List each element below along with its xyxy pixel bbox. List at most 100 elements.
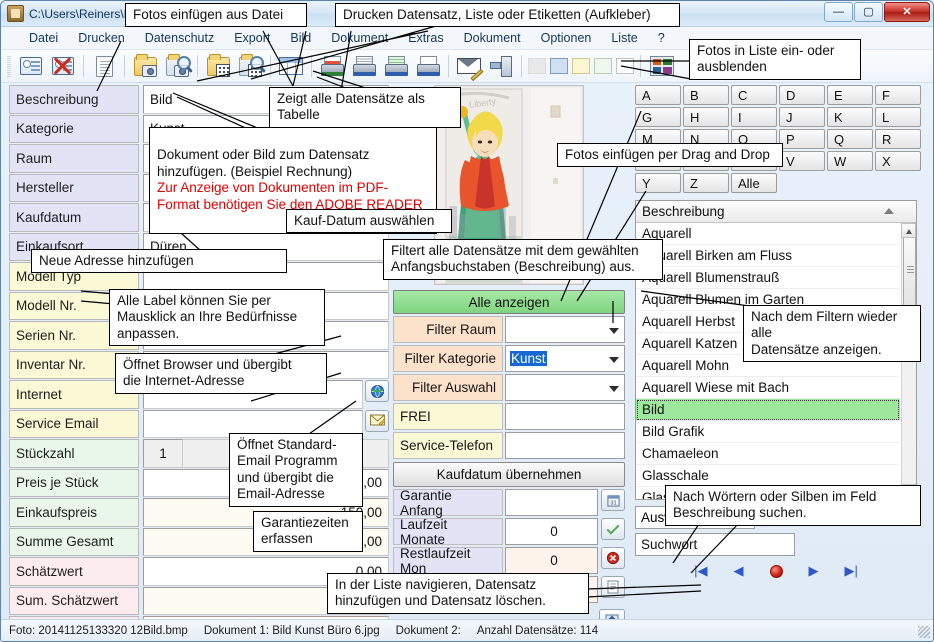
document-search-button[interactable] (235, 53, 265, 80)
maximize-button[interactable]: ▢ (854, 2, 883, 22)
label-garantie-anfang[interactable]: Garantie Anfang (393, 488, 503, 518)
search-input[interactable]: Suchwort (635, 533, 795, 556)
menu-dokument-2[interactable]: Dokument (454, 29, 531, 47)
alpha-key-c[interactable]: C (731, 85, 777, 105)
alpha-key-alle[interactable]: Alle (731, 173, 777, 193)
label-filter-raum[interactable]: Filter Raum (393, 316, 503, 343)
label-stueckzahl[interactable]: Stückzahl (9, 439, 139, 468)
exit-button[interactable] (486, 53, 516, 80)
garantie-anfang-picker-button[interactable]: 31 (601, 489, 625, 511)
email-button[interactable] (454, 53, 484, 82)
copy-record-button[interactable] (89, 53, 119, 80)
delete-record-button[interactable] (48, 53, 78, 80)
alpha-key-w[interactable]: W (827, 151, 873, 171)
alpha-key-q[interactable]: Q (827, 129, 873, 149)
menu-liste[interactable]: Liste (601, 29, 647, 47)
color-swatch-white[interactable] (616, 58, 634, 74)
alpha-key-d[interactable]: D (779, 85, 825, 105)
alpha-key-b[interactable]: B (683, 85, 729, 105)
label-kategorie[interactable]: Kategorie (9, 114, 139, 143)
label-service-telefon[interactable]: Service-Telefon (393, 432, 503, 459)
new-record-button[interactable] (16, 53, 46, 80)
print-labels-button[interactable] (381, 53, 411, 80)
list-item[interactable]: Aquarell Wiese mit Bach (636, 377, 900, 399)
filter-raum-combo[interactable] (505, 316, 625, 343)
label-beschreibung[interactable]: Beschreibung (9, 85, 139, 114)
alpha-key-r[interactable]: R (875, 129, 921, 149)
label-laufzeit-monate[interactable]: Laufzeit Monate (393, 517, 503, 547)
label-filter-kategorie[interactable]: Filter Kategorie (393, 345, 503, 372)
alpha-key-p[interactable]: P (779, 129, 825, 149)
color-swatch-green[interactable] (594, 58, 612, 74)
menu-drucken[interactable]: Drucken (68, 29, 135, 47)
alpha-key-i[interactable]: I (731, 107, 777, 127)
nav-prev-button[interactable]: ◀ (734, 563, 744, 579)
warranty-cancel-button[interactable] (601, 547, 625, 569)
alpha-key-v[interactable]: V (779, 151, 825, 171)
menu-optionen[interactable]: Optionen (531, 29, 602, 47)
list-item[interactable]: Aquarell (636, 223, 900, 245)
alpha-key-z[interactable]: Z (683, 173, 729, 193)
list-item[interactable]: Chamaeleon (636, 443, 900, 465)
label-hersteller[interactable]: Hersteller (9, 173, 139, 202)
field-laufzeit-monate[interactable]: 0 (505, 518, 598, 545)
list-header[interactable]: Beschreibung (636, 201, 916, 223)
alpha-key-f[interactable]: F (875, 85, 921, 105)
print-record-button[interactable] (317, 53, 347, 80)
open-browser-button[interactable] (365, 380, 389, 402)
minimize-button[interactable]: — (824, 2, 853, 22)
label-summe-gesamt[interactable]: Summe Gesamt (9, 527, 139, 556)
photo-folder-button[interactable] (130, 53, 160, 80)
label-kaufdatum[interactable]: Kaufdatum (9, 203, 139, 232)
alpha-key-g[interactable]: G (635, 107, 681, 127)
list-item[interactable]: Aquarell Birken am Fluss (636, 245, 900, 267)
document-folder-button[interactable] (203, 53, 233, 80)
photos-in-list-button[interactable] (646, 53, 678, 80)
label-restlaufzeit[interactable]: Restlaufzeit Mon (393, 546, 503, 576)
label-service-email[interactable]: Service Email (9, 409, 139, 438)
alpha-key-x[interactable]: X (875, 151, 921, 171)
alpha-key-h[interactable]: H (683, 107, 729, 127)
table-view-button[interactable] (276, 53, 306, 80)
menu-datenschutz[interactable]: Datenschutz (135, 29, 224, 47)
label-frei[interactable]: FREI (393, 403, 503, 430)
list-item-selected[interactable]: Bild (636, 399, 900, 421)
open-email-button[interactable] (365, 409, 389, 432)
filter-auswahl-combo[interactable] (505, 374, 625, 401)
field-frei[interactable] (505, 403, 625, 430)
filter-kategorie-combo[interactable]: Kunst (505, 345, 625, 372)
warranty-confirm-button[interactable] (601, 518, 625, 540)
color-swatch-gray[interactable] (528, 58, 546, 74)
label-einkaufspreis[interactable]: Einkaufspreis (9, 498, 139, 527)
scroll-up-button[interactable] (901, 223, 916, 238)
photo-search-button[interactable] (162, 53, 192, 80)
menu-export[interactable]: Export (224, 29, 280, 47)
show-all-button[interactable]: Alle anzeigen (393, 290, 625, 314)
alpha-key-k[interactable]: K (827, 107, 873, 127)
label-preis-je-stueck[interactable]: Preis je Stück (9, 468, 139, 497)
alpha-key-y[interactable]: Y (635, 173, 681, 193)
record-dot-icon[interactable] (769, 564, 783, 578)
field-restlaufzeit[interactable]: 0 (505, 547, 598, 574)
alpha-key-j[interactable]: J (779, 107, 825, 127)
list-item[interactable]: Aquarell Blumenstrauß (636, 267, 900, 289)
print-list-button[interactable] (349, 53, 379, 80)
print-calendar-button[interactable] (413, 53, 443, 80)
alpha-key-l[interactable]: L (875, 107, 921, 127)
menu-help[interactable]: ? (648, 29, 675, 47)
label-schaetzwert[interactable]: Schätzwert (9, 557, 139, 586)
color-swatch-yellow[interactable] (572, 58, 590, 74)
menu-extras[interactable]: Extras (398, 29, 453, 47)
take-purchase-date-button[interactable]: Kaufdatum übernehmen (393, 462, 625, 487)
alpha-key-e[interactable]: E (827, 85, 873, 105)
close-button[interactable]: ✕ (884, 2, 930, 22)
warranty-document-button[interactable] (601, 576, 625, 598)
menu-datei[interactable]: Datei (19, 29, 68, 47)
list-item[interactable]: Bild Grafik (636, 421, 900, 443)
toolbar-grip[interactable] (7, 55, 11, 77)
nav-first-button[interactable]: |◀ (694, 563, 707, 579)
menu-bild[interactable]: Bild (280, 29, 321, 47)
list-item[interactable]: Glasschale (636, 465, 900, 487)
resize-grip[interactable] (918, 626, 930, 638)
menu-dokument[interactable]: Dokument (321, 29, 398, 47)
